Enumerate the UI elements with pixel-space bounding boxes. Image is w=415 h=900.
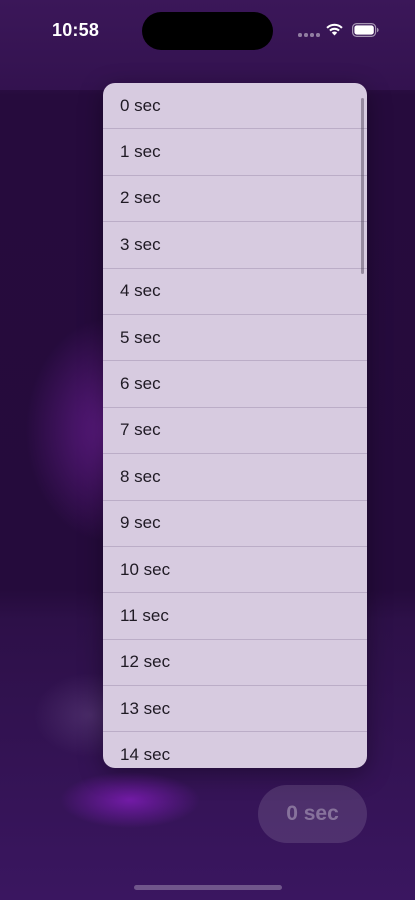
dropdown-option[interactable]: 3 sec <box>103 222 367 269</box>
dropdown-option[interactable]: 10 sec <box>103 547 367 594</box>
status-bar: 10:58 <box>0 0 415 62</box>
dropdown-option-label: 2 sec <box>120 188 161 208</box>
home-indicator[interactable] <box>134 885 282 890</box>
signal-dots-icon <box>298 33 320 37</box>
dropdown-option[interactable]: 2 sec <box>103 176 367 223</box>
dropdown-option[interactable]: 14 sec <box>103 732 367 768</box>
status-time: 10:58 <box>52 20 100 40</box>
dropdown-option[interactable]: 0 sec <box>103 83 367 130</box>
dropdown-option[interactable]: 9 sec <box>103 501 367 547</box>
dropdown-option-label: 0 sec <box>120 95 161 115</box>
wifi-icon <box>326 23 343 36</box>
dropdown-option-label: 3 sec <box>120 234 161 254</box>
dropdown-option[interactable]: 5 sec <box>103 315 367 362</box>
dropdown-option[interactable]: 6 sec <box>103 361 367 408</box>
dynamic-island <box>142 12 273 50</box>
scrollbar-thumb[interactable] <box>361 98 364 274</box>
dropdown-option-label: 10 sec <box>120 559 171 579</box>
duration-dropdown-menu[interactable]: 0 sec 1 sec 2 sec 3 sec 4 sec 5 sec 6 sec 7 sec… <box>103 83 367 768</box>
dropdown-option-label: 14 sec <box>120 745 171 765</box>
dropdown-option-label: 7 sec <box>120 420 161 440</box>
dropdown-option-label: 9 sec <box>120 513 161 533</box>
dropdown-option[interactable]: 11 sec <box>103 593 367 640</box>
dropdown-option-label: 6 sec <box>120 374 161 394</box>
duration-select-label: 0 sec <box>286 802 339 825</box>
dropdown-option[interactable]: 1 sec <box>103 129 367 176</box>
dropdown-option[interactable]: 4 sec <box>103 269 367 315</box>
dropdown-option-label: 8 sec <box>120 466 161 486</box>
dropdown-option-label: 4 sec <box>120 281 161 301</box>
dropdown-option-label: 11 sec <box>120 605 169 625</box>
dropdown-option[interactable]: 13 sec <box>103 686 367 733</box>
battery-icon <box>352 23 379 37</box>
dropdown-option-label: 12 sec <box>120 652 171 672</box>
dropdown-option-label: 13 sec <box>120 698 171 718</box>
dropdown-option[interactable]: 8 sec <box>103 454 367 501</box>
dropdown-option[interactable]: 7 sec <box>103 408 367 455</box>
dropdown-option-label: 1 sec <box>120 142 161 162</box>
duration-select-button[interactable]: 0 sec <box>258 785 367 843</box>
dropdown-option-list: 0 sec 1 sec 2 sec 3 sec 4 sec 5 sec 6 sec 7 sec… <box>103 83 367 768</box>
dropdown-option[interactable]: 12 sec <box>103 640 367 687</box>
dropdown-option-label: 5 sec <box>120 327 161 347</box>
